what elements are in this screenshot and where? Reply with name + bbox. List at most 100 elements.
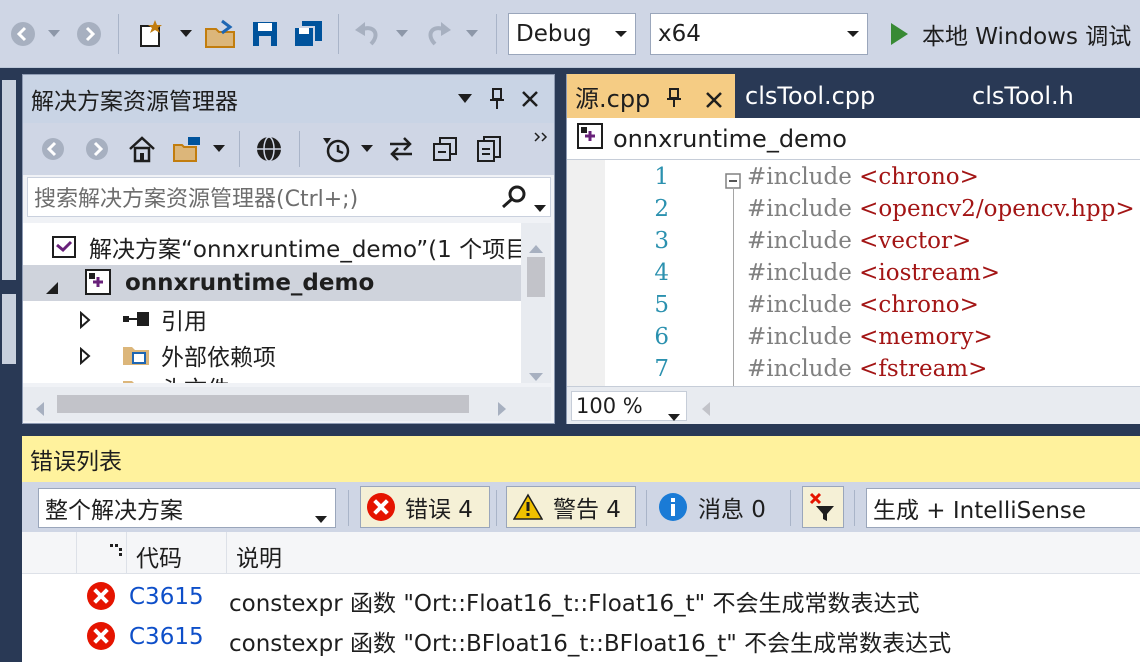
toolbar-overflow-icon[interactable]	[531, 127, 551, 147]
chevron-down-icon	[668, 403, 680, 427]
switch-views-icon[interactable]	[169, 131, 205, 167]
messages-filter-button[interactable]: 消息 0	[656, 486, 780, 528]
solution-explorer-title-bar: 解决方案资源管理器	[23, 75, 554, 123]
references-label: 引用	[161, 309, 207, 335]
column-header-description[interactable]: 说明	[236, 539, 282, 573]
tree-item-header-files[interactable]: 头文件	[23, 369, 521, 383]
scroll-thumb[interactable]	[57, 395, 469, 413]
tree-item-project[interactable]: onnxruntime_demo	[23, 265, 521, 301]
toolbar-separator	[118, 14, 119, 54]
undo-dropdown-icon[interactable]	[392, 14, 412, 54]
include-target: <opencv2/opencv.hpp>	[859, 196, 1135, 222]
tab-source-cpp[interactable]: 源.cpp	[567, 74, 735, 118]
warnings-filter-button[interactable]: 警告 4	[506, 486, 636, 528]
tree-item-solution[interactable]: 解决方案“onnxruntime_demo”(1 个项目	[23, 229, 521, 265]
include-directive: #include	[747, 164, 852, 190]
toolbox-tab[interactable]	[2, 294, 16, 364]
pin-icon[interactable]	[667, 86, 681, 114]
pin-icon[interactable]	[485, 85, 509, 113]
redo-icon[interactable]	[420, 14, 456, 54]
save-all-icon[interactable]	[290, 14, 326, 54]
column-sort-icon[interactable]	[110, 536, 122, 562]
toolbar-separator	[348, 490, 349, 526]
error-row[interactable]: C3615 constexpr 函数 "Ort::BFloat16_t::BFl…	[22, 618, 1140, 658]
tree-vertical-scrollbar[interactable]	[521, 223, 551, 383]
filter-by-document-button[interactable]	[802, 486, 844, 528]
show-all-files-icon[interactable]	[473, 131, 505, 167]
line-number: 2	[654, 196, 669, 222]
filter-icon	[808, 492, 838, 522]
main-toolbar: Debug x64 本地 Windows 调试	[0, 0, 1140, 68]
platform-select[interactable]: x64	[650, 13, 868, 55]
tree-item-external-dependencies[interactable]: 外部依赖项	[23, 337, 521, 373]
sync-active-document-icon[interactable]	[385, 131, 417, 167]
back-icon[interactable]	[37, 131, 69, 167]
tab-label: clsTool.cpp	[745, 82, 876, 110]
undo-icon[interactable]	[350, 14, 386, 54]
include-target: <fstream>	[859, 356, 988, 382]
tree-horizontal-scrollbar[interactable]	[23, 387, 551, 421]
redo-dropdown-icon[interactable]	[462, 14, 482, 54]
solution-config-select[interactable]: Debug	[508, 13, 636, 55]
new-project-dropdown-icon[interactable]	[176, 14, 196, 54]
errors-filter-button[interactable]: 错误 4	[360, 486, 490, 528]
forward-icon[interactable]	[81, 131, 113, 167]
solution-explorer-search-input[interactable]: 搜索解决方案资源管理器(Ctrl+;)	[27, 177, 551, 217]
code-line: 4 #include <iostream>	[567, 260, 1140, 292]
error-code-link[interactable]: C3615	[129, 584, 204, 610]
zoom-select[interactable]: 100 %	[571, 391, 687, 421]
expanded-arrow-icon[interactable]	[79, 381, 93, 383]
close-icon[interactable]	[517, 85, 543, 113]
search-placeholder: 搜索解决方案资源管理器(Ctrl+;)	[34, 187, 359, 212]
include-statement: #include <vector>	[747, 228, 971, 254]
column-divider	[76, 532, 77, 574]
solution-tree: 解决方案“onnxruntime_demo”(1 个项目 onnxruntime…	[23, 223, 521, 383]
solution-explorer-title: 解决方案资源管理器	[31, 89, 238, 115]
run-debugger-button[interactable]: 本地 Windows 调试	[884, 13, 1131, 55]
tree-item-references[interactable]: 引用	[23, 301, 521, 337]
tab-clstool-h[interactable]: clsTool.h	[972, 74, 1122, 118]
source-filter-select[interactable]: 生成 + IntelliSense	[866, 488, 1140, 528]
play-icon	[891, 23, 908, 45]
home-icon[interactable]	[125, 131, 159, 167]
scroll-down-icon[interactable]	[529, 363, 543, 388]
include-statement: #include <chrono>	[747, 164, 979, 190]
scroll-left-icon[interactable]	[35, 397, 45, 422]
pending-changes-icon[interactable]	[317, 131, 355, 167]
scroll-left-icon[interactable]	[701, 397, 711, 422]
globe-icon[interactable]	[251, 131, 287, 167]
scroll-thumb[interactable]	[527, 257, 545, 297]
column-header-code[interactable]: 代码	[136, 539, 182, 573]
collapse-all-icon[interactable]	[429, 131, 461, 167]
forward-icon[interactable]	[74, 14, 104, 54]
switch-views-dropdown-icon[interactable]	[209, 131, 229, 167]
open-file-icon[interactable]	[202, 14, 240, 54]
search-icon[interactable]	[500, 184, 528, 216]
tab-clstool-cpp[interactable]: clsTool.cpp	[745, 74, 935, 118]
error-icon	[87, 582, 115, 610]
line-number: 5	[654, 292, 669, 318]
pending-changes-dropdown-icon[interactable]	[357, 131, 377, 167]
server-explorer-tab[interactable]	[2, 80, 16, 280]
include-target: <iostream>	[859, 260, 1001, 286]
collapsed-arrow-icon[interactable]	[79, 345, 91, 371]
expanded-arrow-icon[interactable]	[45, 275, 59, 301]
scope-select[interactable]: 整个解决方案	[38, 488, 336, 528]
back-dropdown-icon[interactable]	[44, 14, 64, 54]
collapsed-arrow-icon[interactable]	[79, 309, 91, 335]
code-line: 5 #include <chrono>	[567, 292, 1140, 324]
search-options-dropdown-icon[interactable]	[534, 194, 546, 219]
folder-icon	[121, 375, 151, 383]
error-code-link[interactable]: C3615	[129, 624, 204, 650]
scroll-right-icon[interactable]	[497, 397, 507, 422]
solution-explorer-panel: 解决方案资源管理器 搜索解决方案资源管理器(Ctrl+;) 解决方案“onnxr…	[22, 74, 555, 424]
error-row[interactable]: C3615 constexpr 函数 "Ort::Float16_t::Floa…	[22, 578, 1140, 618]
back-icon[interactable]	[8, 14, 38, 54]
save-icon[interactable]	[248, 14, 282, 54]
warning-icon	[513, 493, 543, 521]
window-position-icon[interactable]	[453, 85, 477, 113]
new-project-icon[interactable]	[132, 14, 170, 54]
editor-tab-bar: 源.cpp clsTool.cpp clsTool.h	[567, 74, 1140, 118]
close-icon[interactable]	[705, 87, 723, 115]
editor-navigation-bar[interactable]: onnxruntime_demo	[567, 118, 1140, 160]
